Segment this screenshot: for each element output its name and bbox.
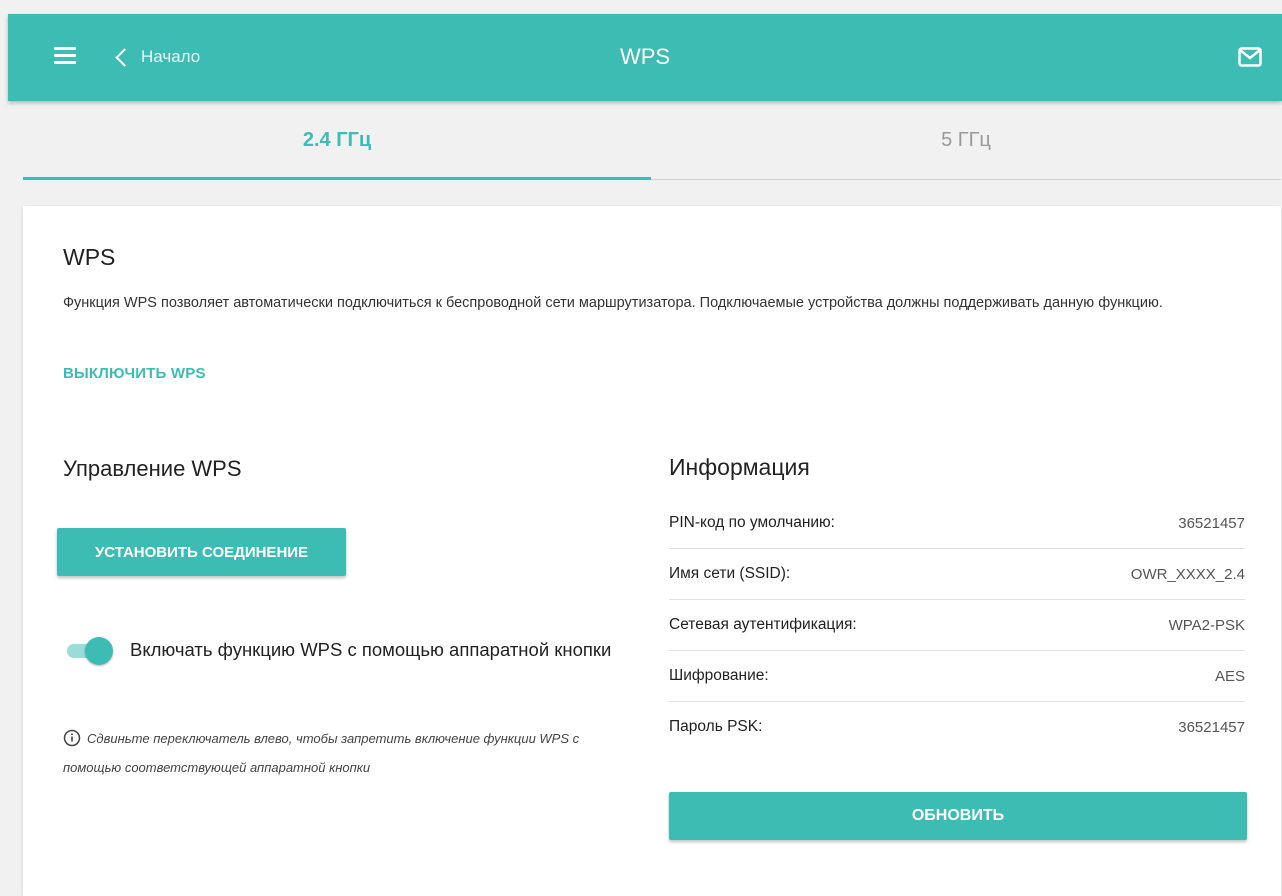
wps-heading: WPS: [63, 244, 116, 270]
info-value: WPA2-PSK: [1168, 616, 1245, 634]
info-value: 36521457: [1178, 718, 1245, 736]
hint-text: Сдвиньте переключатель влево, чтобы запр…: [63, 731, 580, 775]
disable-wps-link[interactable]: ВЫКЛЮЧИТЬ WPS: [63, 365, 206, 382]
tab-5ghz[interactable]: 5 ГГц: [651, 101, 1281, 179]
info-icon: [63, 729, 81, 755]
info-row-psk: Пароль PSK: 36521457: [669, 702, 1245, 752]
mail-icon[interactable]: [1238, 47, 1262, 72]
wps-card: WPS Функция WPS позволяет автоматически …: [23, 206, 1281, 896]
info-row-ssid: Имя сети (SSID): OWR_XXXX_2.4: [669, 549, 1245, 600]
info-value: AES: [1214, 667, 1245, 685]
info-key: Сетевая аутентификация:: [669, 616, 857, 633]
info-row-encryption: Шифрование: AES: [669, 651, 1245, 702]
info-heading: Информация: [669, 454, 810, 480]
tab-2-4ghz[interactable]: 2.4 ГГц: [23, 101, 651, 180]
connect-button[interactable]: УСТАНОВИТЬ СОЕДИНЕНИЕ: [57, 528, 346, 576]
info-value: OWR_XXXX_2.4: [1130, 565, 1245, 583]
info-key: PIN-код по умолчанию:: [669, 514, 835, 531]
hw-button-toggle[interactable]: [67, 637, 113, 665]
page-title: WPS: [619, 44, 671, 69]
info-row-pin: PIN-код по умолчанию: 36521457: [669, 498, 1245, 549]
wps-description: Функция WPS позволяет автоматически подк…: [63, 295, 1163, 311]
info-key: Шифрование:: [669, 667, 769, 684]
info-value: 36521457: [1178, 514, 1245, 532]
info-row-auth: Сетевая аутентификация: WPA2-PSK: [669, 600, 1245, 651]
hw-button-toggle-label: Включать функцию WPS с помощью аппаратно…: [130, 639, 612, 660]
top-bar: Начало WPS: [8, 14, 1282, 101]
band-tabs: 2.4 ГГц 5 ГГц: [23, 101, 1281, 180]
refresh-button[interactable]: ОБНОВИТЬ: [669, 792, 1247, 840]
hw-button-hint: Сдвиньте переключатель влево, чтобы запр…: [63, 726, 603, 780]
info-key: Имя сети (SSID):: [669, 565, 791, 582]
info-key: Пароль PSK:: [669, 718, 763, 735]
info-table: PIN-код по умолчанию: 36521457 Имя сети …: [669, 498, 1245, 752]
wps-management-heading: Управление WPS: [63, 456, 242, 481]
